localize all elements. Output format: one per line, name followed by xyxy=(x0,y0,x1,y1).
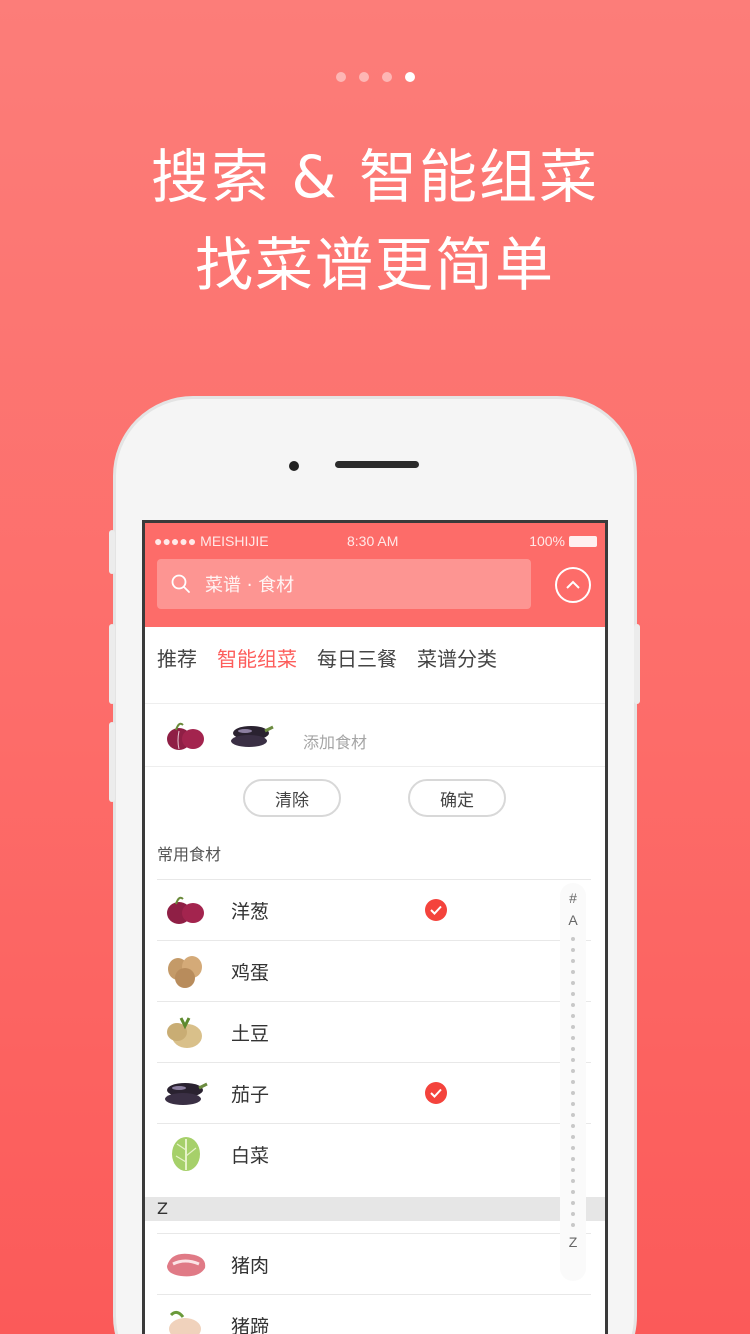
volume-down-button xyxy=(109,722,115,802)
index-letter-a[interactable]: A xyxy=(568,909,577,931)
tab-bar: 推荐 智能组菜 每日三餐 菜谱分类 xyxy=(157,643,517,672)
search-placeholder: 菜谱 · 食材 xyxy=(205,575,295,596)
add-ingredient-button[interactable]: 添加食材 xyxy=(303,729,367,753)
ingredient-name: 鸡蛋 xyxy=(231,961,270,984)
confirm-button[interactable]: 确定 xyxy=(408,779,506,817)
section-header-z: Z xyxy=(145,1197,605,1221)
chevron-up-icon xyxy=(566,580,580,589)
tab-recipe-categories[interactable]: 菜谱分类 xyxy=(417,643,497,672)
search-input[interactable]: 菜谱 · 食材 xyxy=(157,559,531,609)
list-item[interactable]: 猪肉 xyxy=(157,1233,591,1294)
volume-up-button xyxy=(109,624,115,704)
cabbage-icon xyxy=(172,1137,200,1171)
checkmark-icon[interactable] xyxy=(425,899,447,921)
divider xyxy=(145,703,605,704)
carousel-dot[interactable] xyxy=(381,72,392,82)
eggplant-icon xyxy=(165,1082,208,1105)
app-screen: ●●●●● MEISHIJIE 8:30 AM 100% 菜谱 · 食材 推荐 … xyxy=(142,520,608,1334)
carousel-dot-active[interactable] xyxy=(404,72,415,82)
ingredient-name: 白菜 xyxy=(231,1144,270,1167)
list-item[interactable]: 白菜 xyxy=(157,1123,591,1184)
earpiece-speaker xyxy=(335,461,419,468)
ingredient-list: 洋葱 鸡蛋 土豆 茄子 白菜 xyxy=(157,879,591,1184)
headline-line1: 搜索 & 智能组菜 xyxy=(150,143,600,211)
egg-icon xyxy=(168,956,202,988)
index-dots xyxy=(571,937,575,1227)
onion-icon xyxy=(167,896,204,924)
mute-switch xyxy=(109,530,115,574)
battery-percent: 100% xyxy=(529,533,565,549)
ingredient-name: 洋葱 xyxy=(231,900,270,923)
ingredient-name: 土豆 xyxy=(231,1022,270,1045)
app-header: ●●●●● MEISHIJIE 8:30 AM 100% 菜谱 · 食材 xyxy=(145,523,605,627)
selected-ingredients: 添加食材 xyxy=(145,705,605,767)
collapse-button[interactable] xyxy=(555,567,591,603)
ingredient-name: 猪蹄 xyxy=(231,1315,270,1334)
ingredient-name: 猪肉 xyxy=(231,1254,270,1277)
status-time: 8:30 AM xyxy=(347,533,399,549)
onion-icon[interactable] xyxy=(163,719,209,753)
ingredient-list-z: 猪肉 猪蹄 xyxy=(157,1233,591,1334)
ingredient-name: 茄子 xyxy=(231,1083,270,1106)
common-ingredients-title: 常用食材 xyxy=(157,845,222,864)
carrier-label: ●●●●● MEISHIJIE xyxy=(154,533,269,549)
tab-smart-combo[interactable]: 智能组菜 xyxy=(217,643,297,672)
list-item[interactable]: 猪蹄 xyxy=(157,1294,591,1334)
tab-daily-meals[interactable]: 每日三餐 xyxy=(317,643,397,672)
eggplant-icon[interactable] xyxy=(229,719,275,753)
carousel-dot[interactable] xyxy=(335,72,346,82)
list-item[interactable]: 鸡蛋 xyxy=(157,940,591,1001)
battery-indicator: 100% xyxy=(529,533,597,549)
clear-button[interactable]: 清除 xyxy=(243,779,341,817)
power-button xyxy=(634,624,640,704)
trotter-icon xyxy=(169,1310,201,1334)
potato-icon xyxy=(167,1017,202,1048)
list-item[interactable]: 土豆 xyxy=(157,1001,591,1062)
carousel-dot[interactable] xyxy=(358,72,369,82)
list-item[interactable]: 洋葱 xyxy=(157,879,591,940)
status-bar: ●●●●● MEISHIJIE 8:30 AM 100% xyxy=(145,529,605,553)
index-hash[interactable]: # xyxy=(569,887,577,909)
battery-icon xyxy=(569,535,597,547)
tab-recommend[interactable]: 推荐 xyxy=(157,643,197,672)
alphabet-index-bar[interactable]: # A Z xyxy=(560,883,586,1281)
front-camera xyxy=(289,461,299,471)
list-item[interactable]: 茄子 xyxy=(157,1062,591,1123)
carousel-indicator xyxy=(0,72,750,82)
pork-icon xyxy=(167,1253,206,1277)
search-icon xyxy=(171,574,190,593)
index-letter-z[interactable]: Z xyxy=(569,1231,578,1253)
headline-line2: 找菜谱更简单 xyxy=(194,231,555,299)
checkmark-icon[interactable] xyxy=(425,1082,447,1104)
